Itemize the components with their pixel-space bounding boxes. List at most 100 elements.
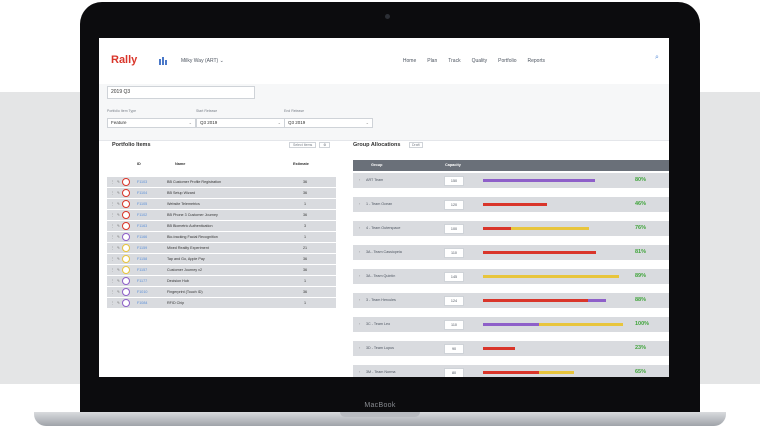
item-id-link[interactable]: F1102 xyxy=(137,213,147,217)
table-row[interactable]: › 1 - Team Ocean 120 46% xyxy=(353,197,669,212)
table-row[interactable]: › 3A - Team Quintin 145 89% xyxy=(353,269,669,284)
column-capacity[interactable]: Capacity xyxy=(445,163,461,167)
table-row[interactable]: › 3C - Team Leo 110 100% xyxy=(353,317,669,332)
item-id-link[interactable]: F1163 xyxy=(137,224,147,228)
item-id-link[interactable]: F1177 xyxy=(137,279,147,283)
expand-chevron-icon[interactable]: › xyxy=(359,298,360,302)
capacity-input[interactable]: 110 xyxy=(444,320,464,330)
item-estimate: 36 xyxy=(302,191,308,195)
table-row[interactable]: ⋮ ✎ F1105 Website Telemetrics 1 xyxy=(107,199,336,209)
drag-handle-icon[interactable]: ⋮ xyxy=(111,202,115,206)
edit-icon[interactable]: ✎ xyxy=(117,268,120,272)
edit-icon[interactable]: ✎ xyxy=(117,279,120,283)
item-id-link[interactable]: F1157 xyxy=(137,268,147,272)
table-row[interactable]: › 3A - Team Cassiopeia 110 81% xyxy=(353,245,669,260)
expand-chevron-icon[interactable]: › xyxy=(359,322,360,326)
expand-chevron-icon[interactable]: › xyxy=(359,274,360,278)
table-row[interactable]: ⋮ ✎ F1010 Fingerprint (Touch ID) 36 xyxy=(107,287,336,297)
table-row[interactable]: ⋮ ✎ F1102 BB Phone 3 Customer Journey 36 xyxy=(107,210,336,220)
capacity-input[interactable]: 110 xyxy=(444,248,464,258)
table-row[interactable]: › 3D - Team Lupus 90 23% xyxy=(353,341,669,356)
capacity-input[interactable]: 120 xyxy=(444,200,464,210)
item-id-link[interactable]: F1166 xyxy=(137,235,147,239)
column-name[interactable]: Name xyxy=(175,162,185,166)
edit-icon[interactable]: ✎ xyxy=(117,246,120,250)
workspace-selector[interactable]: Milky Way (ART) ⌄ xyxy=(181,58,224,64)
item-name: Fingerprint (Touch ID) xyxy=(167,290,203,294)
nav-reports[interactable]: Reports xyxy=(527,58,545,64)
expand-chevron-icon[interactable]: › xyxy=(359,370,360,374)
search-icon[interactable]: ⌕ xyxy=(655,54,665,64)
expand-chevron-icon[interactable]: › xyxy=(359,202,360,206)
capacity-input[interactable]: 90 xyxy=(444,344,464,354)
drag-handle-icon[interactable]: ⋮ xyxy=(111,235,115,239)
capacity-input[interactable]: 124 xyxy=(444,296,464,306)
drag-handle-icon[interactable]: ⋮ xyxy=(111,191,115,195)
table-row[interactable]: ⋮ ✎ F1163 BB Biometric Authentication 3 xyxy=(107,221,336,231)
table-row[interactable]: ⋮ ✎ F1166 Bio-tracking Facial Recognition 1 xyxy=(107,232,336,242)
table-row[interactable]: ⋮ ✎ F1159 Mixed Reality Experiment 21 xyxy=(107,243,336,253)
nav-track[interactable]: Track xyxy=(448,58,460,64)
edit-icon[interactable]: ✎ xyxy=(117,191,120,195)
item-name: Bio-tracking Facial Recognition xyxy=(167,235,218,239)
expand-chevron-icon[interactable]: › xyxy=(359,226,360,230)
nav-quality[interactable]: Quality xyxy=(472,58,488,64)
item-id-link[interactable]: F1159 xyxy=(137,246,147,250)
select-items-button[interactable]: Select Items xyxy=(289,142,317,148)
table-row[interactable]: › 3M - Team Norma 80 65% xyxy=(353,365,669,377)
expand-chevron-icon[interactable]: › xyxy=(359,346,360,350)
capacity-input[interactable]: 80 xyxy=(444,368,464,377)
table-row[interactable]: ⋮ ✎ F1158 Tap and Go, Apple Pay 36 xyxy=(107,254,336,264)
allocations-list: › ART Team 150 80% › 1 - Team Ocean 120 46% › 4 -… xyxy=(353,173,669,377)
end-release-select[interactable]: Q3 2019 ⌄ xyxy=(284,118,373,128)
drag-handle-icon[interactable]: ⋮ xyxy=(111,180,115,184)
gear-icon[interactable]: ⚙ xyxy=(319,142,331,148)
expand-chevron-icon[interactable]: › xyxy=(359,178,360,182)
table-row[interactable]: ⋮ ✎ F1157 Customer Journey v2 36 xyxy=(107,265,336,275)
table-row[interactable]: › 4 - Team Outerspace 100 76% xyxy=(353,221,669,236)
table-row[interactable]: ⋮ ✎ F1103 BB Customer Profile Registration 3… xyxy=(107,177,336,187)
capacity-input[interactable]: 145 xyxy=(444,272,464,282)
expand-chevron-icon[interactable]: › xyxy=(359,250,360,254)
item-id-link[interactable]: F1104 xyxy=(137,191,147,195)
capacity-input[interactable]: 150 xyxy=(444,176,464,186)
edit-icon[interactable]: ✎ xyxy=(117,202,120,206)
drag-handle-icon[interactable]: ⋮ xyxy=(111,224,115,228)
item-type-select[interactable]: Feature ⌄ xyxy=(107,118,196,128)
item-id-link[interactable]: F1158 xyxy=(137,257,147,261)
table-row[interactable]: › ART Team 150 80% xyxy=(353,173,669,188)
table-row[interactable]: ⋮ ✎ F1177 Decision Hub 1 xyxy=(107,276,336,286)
drag-handle-icon[interactable]: ⋮ xyxy=(111,301,115,305)
column-estimate[interactable]: Estimate xyxy=(293,162,309,166)
status-circle-icon xyxy=(122,233,130,241)
edit-icon[interactable]: ✎ xyxy=(117,224,120,228)
item-id-link[interactable]: F1103 xyxy=(137,180,147,184)
item-id-link[interactable]: F1105 xyxy=(137,202,147,206)
edit-icon[interactable]: ✎ xyxy=(117,257,120,261)
drag-handle-icon[interactable]: ⋮ xyxy=(111,246,115,250)
edit-icon[interactable]: ✎ xyxy=(117,301,120,305)
nav-home[interactable]: Home xyxy=(403,58,416,64)
item-id-link[interactable]: F1084 xyxy=(137,301,147,305)
edit-icon[interactable]: ✎ xyxy=(117,180,120,184)
table-row[interactable]: › 3 - Team Hercules 124 88% xyxy=(353,293,669,308)
start-release-select[interactable]: Q3 2019 ⌄ xyxy=(196,118,285,128)
item-id-link[interactable]: F1010 xyxy=(137,290,147,294)
edit-icon[interactable]: ✎ xyxy=(117,213,120,217)
drag-handle-icon[interactable]: ⋮ xyxy=(111,279,115,283)
drag-handle-icon[interactable]: ⋮ xyxy=(111,257,115,261)
table-row[interactable]: ⋮ ✎ F1104 BB Setup Wizard 36 xyxy=(107,188,336,198)
nav-portfolio[interactable]: Portfolio xyxy=(498,58,516,64)
edit-icon[interactable]: ✎ xyxy=(117,290,120,294)
column-group[interactable]: Group xyxy=(371,163,382,167)
capacity-input[interactable]: 100 xyxy=(444,224,464,234)
drag-handle-icon[interactable]: ⋮ xyxy=(111,213,115,217)
nav-plan[interactable]: Plan xyxy=(427,58,437,64)
drag-handle-icon[interactable]: ⋮ xyxy=(111,290,115,294)
column-id[interactable]: ID xyxy=(137,162,141,166)
rally-logo[interactable]: Rally xyxy=(111,54,137,66)
plan-title-input[interactable]: 2019 Q3 xyxy=(107,86,255,99)
edit-icon[interactable]: ✎ xyxy=(117,235,120,239)
drag-handle-icon[interactable]: ⋮ xyxy=(111,268,115,272)
table-row[interactable]: ⋮ ✎ F1084 RFID Chip 1 xyxy=(107,298,336,308)
